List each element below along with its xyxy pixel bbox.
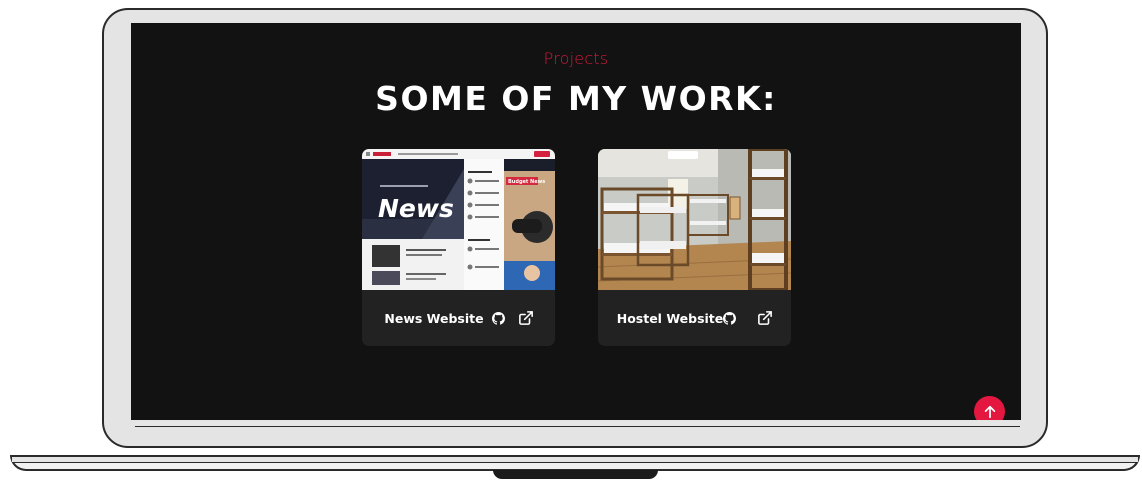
laptop-base <box>10 455 1140 471</box>
section-heading: SOME OF MY WORK: <box>375 79 777 118</box>
project-card-footer: News Website <box>362 290 555 346</box>
svg-text:Budget News: Budget News <box>508 179 545 185</box>
scroll-to-top-button[interactable] <box>974 396 1005 420</box>
section-eyebrow: Projects <box>543 49 609 68</box>
project-thumbnail-news[interactable]: News Budget News <box>362 149 555 290</box>
project-card-hostel: Hostel Website <box>598 149 791 346</box>
svg-text:News: News <box>378 194 454 223</box>
project-card-news: News Budget News News Website <box>362 149 555 346</box>
laptop-base-edge <box>12 457 1138 463</box>
project-card-footer: Hostel Website <box>598 290 791 346</box>
arrow-up-icon <box>983 405 997 419</box>
project-title: News Website <box>384 310 484 326</box>
github-icon[interactable] <box>723 311 737 325</box>
project-thumbnail-hostel[interactable] <box>598 149 791 290</box>
laptop-screen-bezel-bottom <box>135 421 1020 427</box>
github-icon[interactable] <box>491 311 505 325</box>
project-title: Hostel Website <box>616 310 724 326</box>
external-link-icon[interactable] <box>518 311 533 325</box>
laptop-screen: Projects SOME OF MY WORK: News Budget Ne… <box>131 23 1021 420</box>
external-link-icon[interactable] <box>758 311 773 325</box>
laptop-base-notch <box>493 470 658 479</box>
